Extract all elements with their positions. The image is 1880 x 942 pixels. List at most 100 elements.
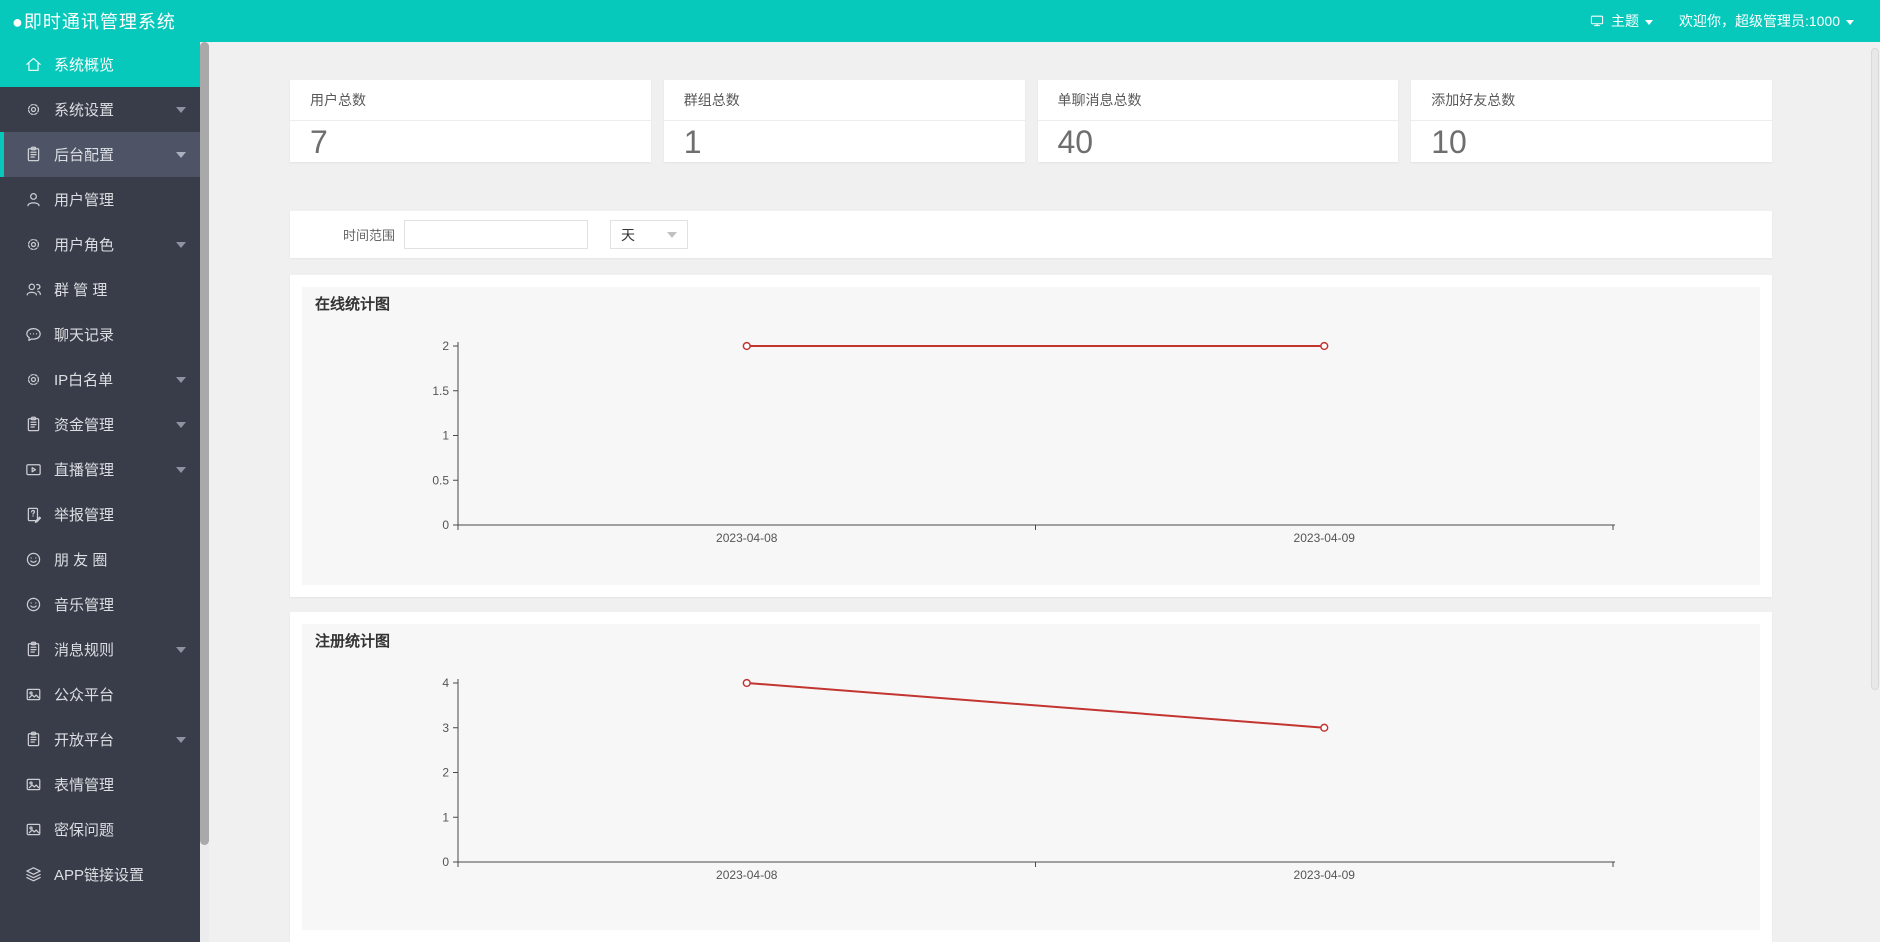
sidebar-scrollbar-thumb[interactable] [200,42,209,845]
svg-text:4: 4 [442,676,449,690]
sidebar-item-14[interactable]: 公众平台 [0,672,200,717]
time-range-input[interactable] [404,220,589,249]
smiley-icon [24,595,43,614]
chevron-down-icon [176,376,186,383]
sidebar-item-0[interactable]: 系统概览 [0,42,200,87]
sidebar-item-label: 朋 友 圈 [54,552,108,569]
svg-text:1: 1 [442,810,449,824]
sidebar-item-8[interactable]: 资金管理 [0,402,200,447]
sidebar-item-label: 后台配置 [54,147,115,164]
sidebar-item-label: 表情管理 [54,777,115,794]
theme-label: 主题 [1610,13,1639,29]
stat-card: 添加好友总数 10 [1411,80,1772,162]
sidebar-item-16[interactable]: 表情管理 [0,762,200,807]
sidebar-item-label: 聊天记录 [54,327,115,344]
sidebar-item-17[interactable]: 密保问题 [0,807,200,852]
stat-card: 用户总数 7 [290,80,651,162]
header-right: 主题 欢迎你，超级管理员:1000 [1589,11,1880,31]
svg-text:2: 2 [442,339,449,353]
svg-text:0.5: 0.5 [432,473,449,487]
chat-icon [24,325,43,344]
svg-text:2: 2 [442,766,449,780]
chevron-down-icon [1846,19,1854,25]
sidebar-item-1[interactable]: 系统设置 [0,87,200,132]
layers-icon [24,865,43,884]
stat-value: 40 [1057,124,1094,160]
filter-bar: 时间范围 天 [290,211,1772,258]
svg-text:2023-04-08: 2023-04-08 [716,868,778,882]
svg-text:2023-04-09: 2023-04-09 [1294,868,1356,882]
chevron-down-icon [176,421,186,428]
sidebar-item-15[interactable]: 开放平台 [0,717,200,762]
sidebar-item-label: 群 管 理 [54,282,108,299]
svg-text:2023-04-08: 2023-04-08 [716,531,778,545]
sidebar-item-label: 音乐管理 [54,597,115,614]
users-icon [24,280,43,299]
page-scrollbar[interactable] [1870,42,1880,942]
stat-value: 7 [310,124,328,160]
sidebar-item-10[interactable]: 举报管理 [0,492,200,537]
sidebar-item-label: 用户角色 [54,237,115,254]
sidebar-item-9[interactable]: 直播管理 [0,447,200,492]
chevron-down-icon [1644,19,1653,25]
theme-menu[interactable]: 主题 [1589,11,1653,31]
sidebar-item-13[interactable]: 消息规则 [0,627,200,672]
sidebar-item-12[interactable]: 音乐管理 [0,582,200,627]
stat-value: 1 [683,124,702,160]
user-menu[interactable]: 欢迎你，超级管理员:1000 [1679,11,1854,31]
unit-select[interactable]: 天 [610,220,689,249]
chevron-down-icon [176,646,186,653]
svg-text:2023-04-09: 2023-04-09 [1294,531,1356,545]
chevron-down-icon [176,241,186,248]
register-chart: 注册统计图 0 1 2 3 4 2023-04-08 2023-04-09 [302,624,1760,930]
online-chart: 在线统计图 0 0.5 1 1.5 2 2023-04-08 2023-04-09 [302,287,1760,585]
sidebar-item-label: 举报管理 [54,507,115,524]
stat-card: 群组总数 1 [663,80,1025,162]
stat-label: 单聊消息总数 [1037,80,1399,121]
time-range-label: 时间范围 [343,228,396,243]
svg-text:0: 0 [442,518,449,532]
online-chart-panel: 在线统计图 0 0.5 1 1.5 2 2023-04-08 2023-04-09 [290,275,1772,597]
svg-text:1.5: 1.5 [432,384,449,398]
gear-icon [24,370,43,389]
sidebar-nav: 系统概览 系统设置 后台配置 用户管理 用户角色 群 管 理 聊天记录 IP白名… [0,42,200,897]
sidebar-item-2[interactable]: 后台配置 [0,132,200,177]
sidebar: 系统概览 系统设置 后台配置 用户管理 用户角色 群 管 理 聊天记录 IP白名… [0,42,200,942]
sidebar-item-4[interactable]: 用户角色 [0,222,200,267]
app-header: ●即时通讯管理系统 主题 欢迎你，超级管理员:1000 [0,0,1880,42]
smiley-icon [24,550,43,569]
image-icon [24,775,43,794]
sidebar-item-label: 公众平台 [54,687,115,704]
user-icon [24,190,43,209]
sidebar-item-11[interactable]: 朋 友 圈 [0,537,200,582]
svg-text:1: 1 [442,429,449,443]
sidebar-item-18[interactable]: APP链接设置 [0,852,200,897]
chevron-down-icon [176,466,186,473]
sidebar-item-5[interactable]: 群 管 理 [0,267,200,312]
welcome-text: 欢迎你，超级管理员:1000 [1678,13,1840,29]
sidebar-item-label: 消息规则 [54,642,115,659]
chevron-down-icon [667,231,678,238]
report-icon [24,505,43,524]
sidebar-item-label: 密保问题 [54,822,115,839]
stat-label: 用户总数 [290,80,651,121]
stat-card: 单聊消息总数 40 [1037,80,1399,162]
chevron-down-icon [176,106,186,113]
sidebar-item-label: IP白名单 [54,372,114,389]
page-scrollbar-thumb[interactable] [1871,48,1879,690]
register-chart-panel: 注册统计图 0 1 2 3 4 2023-04-08 2023-04-09 [290,612,1772,942]
stat-value: 10 [1431,124,1467,160]
sidebar-item-3[interactable]: 用户管理 [0,177,200,222]
sidebar-item-label: 直播管理 [54,462,115,479]
image-icon [24,820,43,839]
stats-row: 用户总数 7 群组总数 1 单聊消息总数 40 添加好友总数 10 [290,80,1772,162]
sidebar-scrollbar[interactable] [200,42,209,942]
clipboard-icon [24,145,43,164]
stat-label: 群组总数 [663,80,1025,121]
gear-icon [24,100,43,119]
image-icon [24,685,43,704]
svg-text:3: 3 [442,721,449,735]
sidebar-item-6[interactable]: 聊天记录 [0,312,200,357]
sidebar-item-7[interactable]: IP白名单 [0,357,200,402]
clipboard-icon [24,730,43,749]
